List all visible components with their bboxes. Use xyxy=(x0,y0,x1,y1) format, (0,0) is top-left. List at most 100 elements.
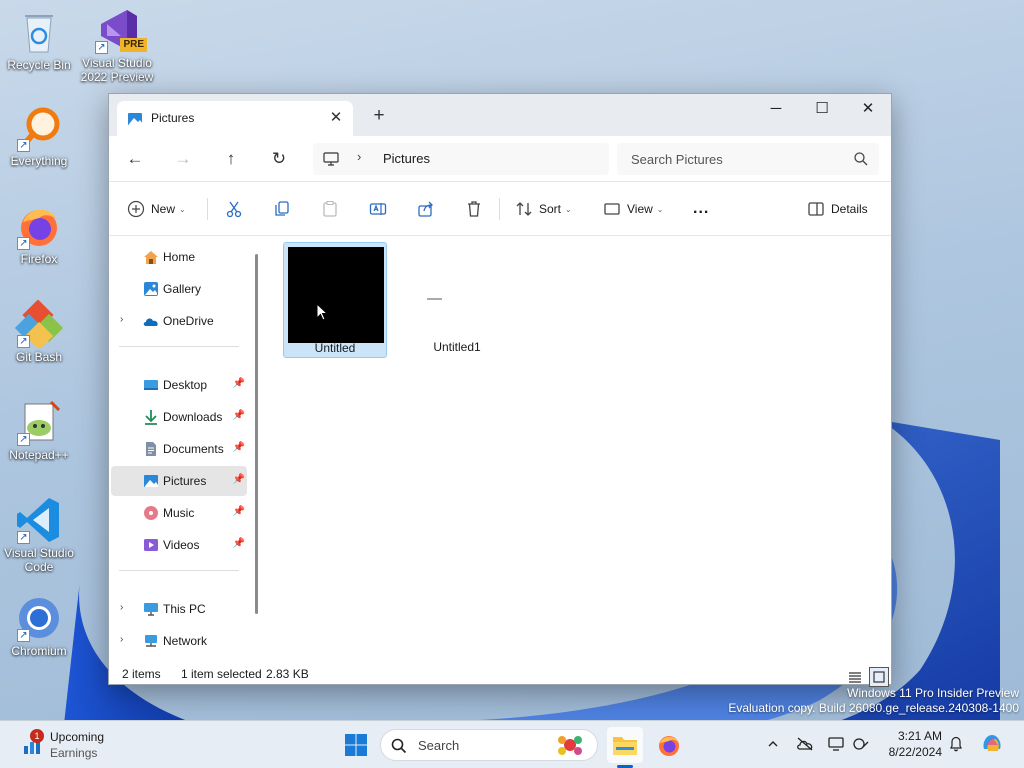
onedrive-offline-icon[interactable] xyxy=(796,735,814,753)
sidebar-item-onedrive[interactable]: › OneDrive xyxy=(111,306,247,336)
shortcut-arrow-icon: ↗ xyxy=(17,629,30,642)
shortcut-arrow-icon: ↗ xyxy=(17,335,30,348)
cut-button[interactable] xyxy=(225,194,243,224)
sidebar-item-music[interactable]: Music 📌 xyxy=(111,498,247,528)
copy-icon xyxy=(275,201,289,216)
search-icon xyxy=(391,738,407,754)
breadcrumb[interactable]: › Pictures xyxy=(313,143,609,175)
sidebar-item-label: OneDrive xyxy=(163,314,214,328)
chevron-right-icon[interactable]: › xyxy=(357,149,361,164)
close-tab-icon[interactable]: ✕ xyxy=(325,107,347,129)
sort-button[interactable]: Sort ⌄ xyxy=(515,194,572,224)
share-button[interactable] xyxy=(417,194,435,224)
sidebar-item-gallery[interactable]: Gallery xyxy=(111,274,247,304)
chevron-down-icon: ⌄ xyxy=(565,204,572,214)
cut-icon xyxy=(226,201,242,218)
monitor-icon xyxy=(323,151,339,167)
close-window-button[interactable]: ✕ xyxy=(845,94,891,126)
chevron-right-icon[interactable]: › xyxy=(120,602,123,613)
selection-info: 1 item selected xyxy=(181,667,262,681)
pin-icon[interactable]: 📌 xyxy=(233,474,245,485)
desktop-icon-recycle-bin[interactable]: Recycle Bin xyxy=(0,8,78,72)
widgets-button[interactable]: 1 Upcoming Earnings xyxy=(16,727,126,763)
paste-button[interactable] xyxy=(321,194,339,224)
large-icons-view-icon[interactable] xyxy=(869,667,889,687)
display-icon[interactable] xyxy=(827,735,845,753)
desktop-icon-everything[interactable]: ↗ Everything xyxy=(0,104,78,168)
title-bar: Pictures ✕ + ─ ☐ ✕ xyxy=(109,94,891,136)
desktop-icon-notepad-plus-plus[interactable]: ↗ Notepad++ xyxy=(0,398,78,462)
toolbar-divider xyxy=(499,198,500,220)
desktop-icon-firefox[interactable]: ↗ Firefox xyxy=(0,202,78,266)
pin-icon[interactable]: 📌 xyxy=(233,538,245,549)
git-bash-icon: ↗ xyxy=(14,299,64,351)
maximize-button[interactable]: ☐ xyxy=(799,94,845,126)
sidebar-item-documents[interactable]: Documents 📌 xyxy=(111,434,247,464)
copilot-icon[interactable] xyxy=(980,731,1004,755)
music-icon xyxy=(143,505,159,521)
desktop-icon-label: Chromium xyxy=(11,644,67,658)
widget-title: Upcoming xyxy=(50,730,105,744)
more-options-button[interactable]: ... xyxy=(693,194,709,224)
file-item[interactable]: Untitled1 xyxy=(405,242,509,358)
pin-icon[interactable]: 📌 xyxy=(233,378,245,389)
sidebar-item-downloads[interactable]: Downloads 📌 xyxy=(111,402,247,432)
status-bar: 2 items 1 item selected 2.83 KB xyxy=(109,664,891,687)
copy-button[interactable] xyxy=(273,194,291,224)
desktop-icon-git-bash[interactable]: ↗ Git Bash xyxy=(0,299,78,364)
nav-scrollbar[interactable] xyxy=(255,254,258,614)
pin-icon[interactable]: 📌 xyxy=(233,506,245,517)
watermark-line-1: Windows 11 Pro Insider Preview xyxy=(847,686,1019,700)
desktop-icon-label: Firefox xyxy=(20,252,58,266)
pin-icon[interactable]: 📌 xyxy=(233,442,245,453)
notification-bell-icon[interactable] xyxy=(947,735,965,753)
back-button[interactable]: ← xyxy=(121,145,149,173)
delete-button[interactable] xyxy=(465,194,483,224)
rename-button[interactable] xyxy=(369,194,387,224)
shortcut-arrow-icon: ↗ xyxy=(95,41,108,54)
pin-icon[interactable]: 📌 xyxy=(233,410,245,421)
sidebar-item-label: Documents xyxy=(163,442,224,456)
sidebar-item-this-pc[interactable]: › This PC xyxy=(111,594,247,624)
search-icon[interactable] xyxy=(853,151,869,167)
up-button[interactable]: ↑ xyxy=(217,145,245,173)
tab-pictures[interactable]: Pictures ✕ xyxy=(117,101,353,136)
search-input[interactable] xyxy=(631,150,841,168)
system-clock[interactable]: 3:21 AM 8/22/2024 xyxy=(880,728,942,760)
search-highlight-icon xyxy=(555,732,585,758)
sidebar-item-desktop[interactable]: Desktop 📌 xyxy=(111,370,247,400)
firefox-taskbar-button[interactable] xyxy=(651,727,687,763)
view-button[interactable]: View ⌄ xyxy=(603,194,664,224)
network-status-icon[interactable] xyxy=(852,735,870,753)
breadcrumb-pictures[interactable]: Pictures xyxy=(383,151,430,166)
show-hidden-icons-button[interactable] xyxy=(764,735,782,753)
desktop-folder-icon xyxy=(143,377,159,393)
sidebar-item-home[interactable]: Home xyxy=(111,242,247,272)
chevron-right-icon[interactable]: › xyxy=(120,634,123,645)
start-button[interactable] xyxy=(338,727,374,763)
desktop-icon-visual-studio-2022-preview[interactable]: PRE ↗ Visual Studio 2022 Preview xyxy=(78,6,156,84)
visual-studio-preview-icon: PRE ↗ xyxy=(93,6,147,54)
minimize-button[interactable]: ─ xyxy=(753,94,799,126)
refresh-button[interactable]: ↻ xyxy=(265,145,293,173)
file-item[interactable]: Untitled xyxy=(283,242,387,358)
forward-button[interactable]: → xyxy=(169,145,197,173)
command-bar: New ⌄ Sort ⌄ View ⌄ ... Details xyxy=(109,182,891,236)
search-box[interactable] xyxy=(617,143,879,175)
pictures-icon xyxy=(127,111,143,127)
file-name: Untitled1 xyxy=(433,340,481,354)
desktop-icon-visual-studio-code[interactable]: ↗ Visual Studio Code xyxy=(0,496,78,574)
file-explorer-taskbar-button[interactable] xyxy=(607,727,643,763)
details-view-icon[interactable] xyxy=(845,667,865,687)
new-button[interactable]: New ⌄ xyxy=(127,194,186,224)
chevron-right-icon[interactable]: › xyxy=(120,314,123,325)
sidebar-item-pictures[interactable]: Pictures 📌 xyxy=(111,466,247,496)
shortcut-arrow-icon: ↗ xyxy=(17,433,30,446)
details-pane-button[interactable]: Details xyxy=(807,194,868,224)
desktop-icon-chromium[interactable]: ↗ Chromium xyxy=(0,594,78,658)
sidebar-item-network[interactable]: › Network xyxy=(111,626,247,656)
new-tab-button[interactable]: + xyxy=(367,104,391,128)
sidebar-item-videos[interactable]: Videos 📌 xyxy=(111,530,247,560)
trash-icon xyxy=(468,201,480,217)
taskbar-search[interactable]: Search xyxy=(380,729,598,761)
